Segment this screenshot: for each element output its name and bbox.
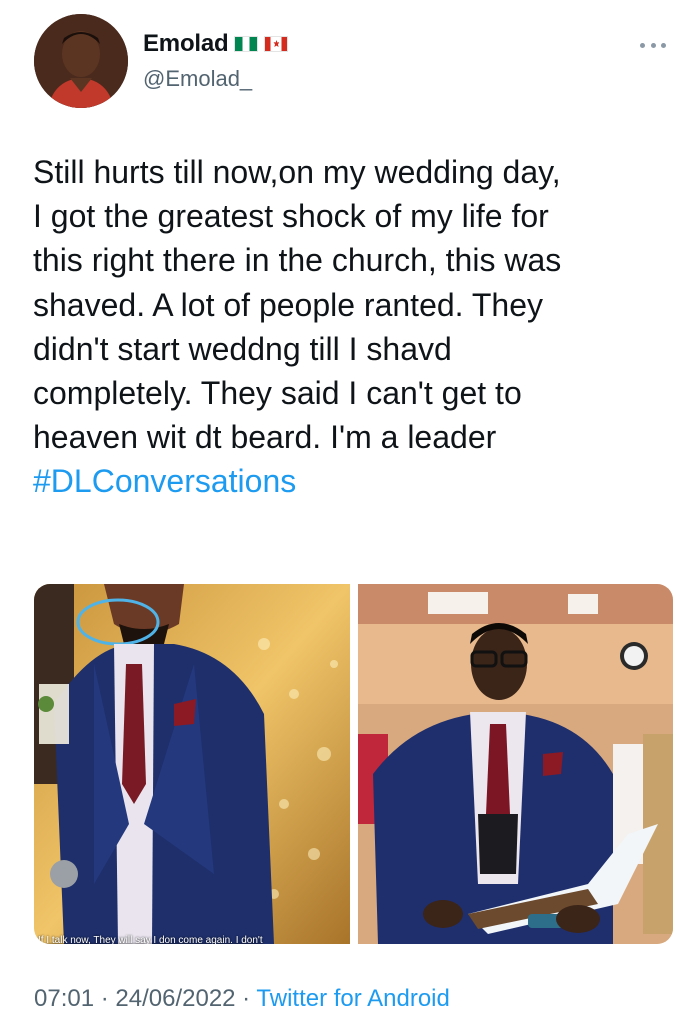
- tweet-time[interactable]: 07:01: [34, 985, 94, 1012]
- canada-flag-icon: [264, 36, 289, 52]
- meta-separator: ·: [94, 985, 116, 1012]
- nigeria-flag-icon: [234, 36, 259, 52]
- avatar[interactable]: [34, 14, 128, 108]
- display-name[interactable]: Emolad: [143, 30, 229, 58]
- more-options-icon[interactable]: [640, 40, 666, 50]
- media-image-right[interactable]: [358, 584, 673, 944]
- tweet-text: Still hurts till now,on my wedding day, …: [33, 150, 673, 504]
- tweet-body: Still hurts till now,on my wedding day, …: [33, 154, 562, 456]
- groom-closeup-photo: [34, 584, 350, 944]
- user-handle[interactable]: @Emolad_: [143, 66, 252, 92]
- tweet-date[interactable]: 24/06/2022: [115, 985, 235, 1012]
- tweet-source-link[interactable]: Twitter for Android: [256, 985, 449, 1012]
- image-caption: If I talk now, They will say I don come …: [38, 935, 263, 944]
- media-image-left[interactable]: If I talk now, They will say I don come …: [34, 584, 350, 944]
- tweet-meta: 07:01 · 24/06/2022 · Twitter for Android: [34, 985, 450, 1013]
- author-name-row[interactable]: Emolad: [143, 30, 289, 58]
- hashtag-link[interactable]: #DLConversations: [33, 463, 296, 499]
- avatar-photo: [34, 14, 128, 108]
- meta-separator: ·: [235, 985, 257, 1012]
- groom-seated-church-photo: [358, 584, 673, 944]
